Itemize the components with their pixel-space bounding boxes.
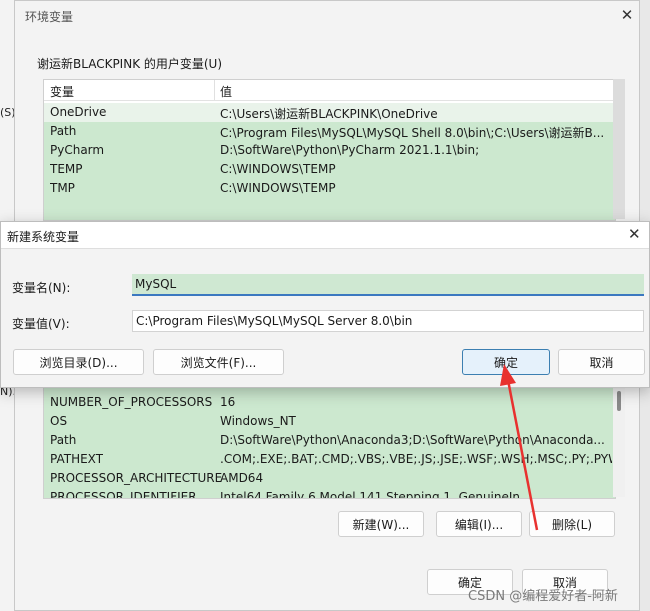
annotation-arrow-icon bbox=[500, 364, 539, 531]
watermark: CSDN @编程爱好者-阿新 bbox=[468, 589, 618, 604]
